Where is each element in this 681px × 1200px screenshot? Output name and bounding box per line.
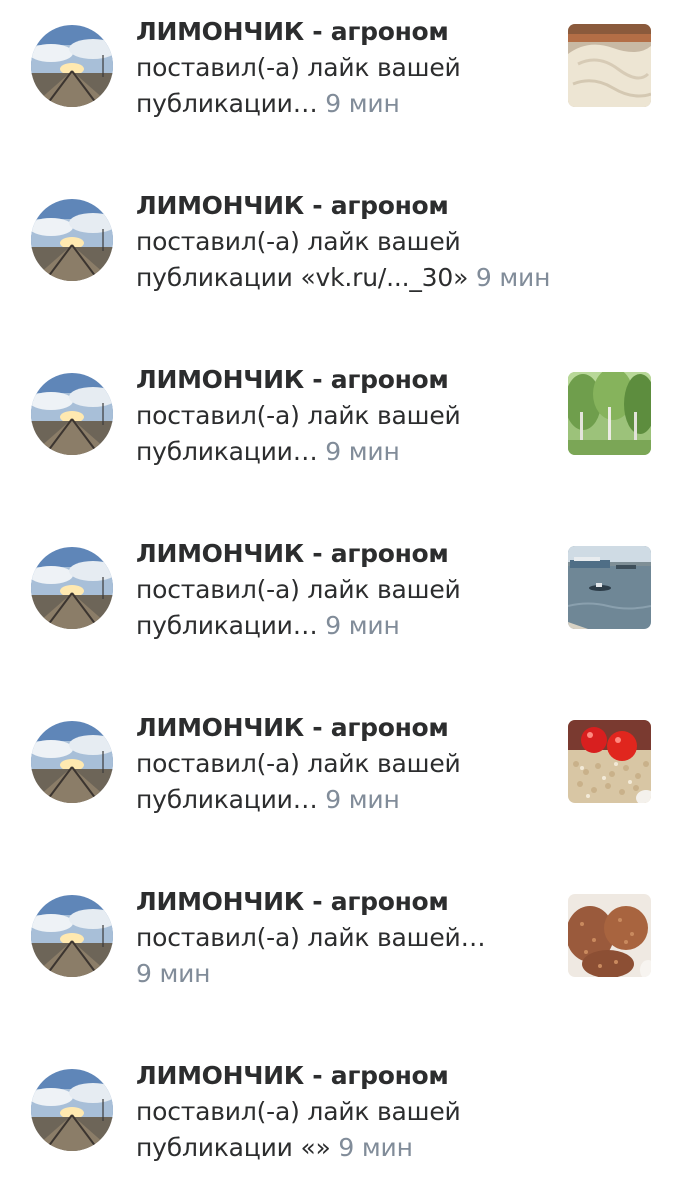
- author-name[interactable]: ЛИМОНЧИК - агроном: [136, 884, 546, 920]
- publication-ref: публикации «»: [136, 1133, 331, 1162]
- action-text-line2: публикации… 9 мин: [136, 608, 546, 644]
- notification-text: ЛИМОНЧИК - агроном поставил(-а) лайк ваш…: [136, 710, 546, 818]
- notification-item[interactable]: ЛИМОНЧИК - агроном поставил(-а) лайк ваш…: [0, 522, 681, 672]
- avatar[interactable]: [31, 25, 113, 107]
- notification-text: ЛИМОНЧИК - агроном поставил(-а) лайк ваш…: [136, 884, 546, 992]
- notification-item[interactable]: ЛИМОНЧИК - агроном поставил(-а) лайк ваш…: [0, 870, 681, 1020]
- timestamp: 9 мин: [325, 437, 400, 466]
- notifications-list: ЛИМОНЧИК - агроном поставил(-а) лайк ваш…: [0, 0, 681, 1200]
- action-text: поставил(-а) лайк вашей: [136, 53, 461, 82]
- avatar-image: [31, 25, 113, 107]
- publication-ref: публикации…: [136, 89, 318, 118]
- cutlets-image: [568, 894, 651, 977]
- action-text-line2: публикации… 9 мин: [136, 782, 546, 818]
- avatar-image: [31, 1069, 113, 1151]
- river-image: [568, 546, 651, 629]
- author-name[interactable]: ЛИМОНЧИК - агроном: [136, 710, 546, 746]
- timestamp: 9 мин: [475, 263, 551, 292]
- timestamp: 9 мин: [338, 1133, 413, 1162]
- notification-text: ЛИМОНЧИК - агроном поставил(-а) лайк ваш…: [136, 362, 546, 470]
- publication-ref: публикации…: [136, 611, 318, 640]
- timestamp: 9 мин: [136, 959, 211, 988]
- timestamp: 9 мин: [325, 89, 400, 118]
- notification-item[interactable]: ЛИМОНЧИК - агроном поставил(-а) лайк ваш…: [0, 0, 681, 150]
- avatar[interactable]: [31, 1069, 113, 1151]
- avatar[interactable]: [31, 199, 113, 281]
- avatar-image: [31, 373, 113, 455]
- notification-item[interactable]: ЛИМОНЧИК - агроном поставил(-а) лайк ваш…: [0, 348, 681, 498]
- avatar-image: [31, 199, 113, 281]
- avatar[interactable]: [31, 373, 113, 455]
- timestamp: 9 мин: [325, 785, 400, 814]
- post-thumbnail[interactable]: [568, 24, 651, 107]
- action-text: поставил(-а) лайк вашей: [136, 1097, 461, 1126]
- post-thumbnail[interactable]: [568, 894, 651, 977]
- avatar-image: [31, 721, 113, 803]
- action-text: поставил(-а) лайк вашей: [136, 227, 461, 256]
- avatar-image: [31, 895, 113, 977]
- author-name[interactable]: ЛИМОНЧИК - агроном: [136, 536, 546, 572]
- author-name[interactable]: ЛИМОНЧИК - агроном: [136, 188, 616, 224]
- trees-image: [568, 372, 651, 455]
- action-text: поставил(-а) лайк вашей: [136, 749, 461, 778]
- notification-text: ЛИМОНЧИК - агроном поставил(-а) лайк ваш…: [136, 188, 616, 296]
- avatar[interactable]: [31, 547, 113, 629]
- action-text: поставил(-а) лайк вашей…: [136, 923, 486, 952]
- post-thumbnail[interactable]: [568, 372, 651, 455]
- author-name[interactable]: ЛИМОНЧИК - агроном: [136, 362, 546, 398]
- bread-image: [568, 24, 651, 107]
- action-text-line2: публикации… 9 мин: [136, 86, 546, 122]
- action-text-line2: публикации… 9 мин: [136, 434, 546, 470]
- action-text-line2: публикации «vk.ru/..._30» 9 мин: [136, 260, 616, 296]
- tomatoes-porridge-image: [568, 720, 651, 803]
- avatar[interactable]: [31, 895, 113, 977]
- notification-text: ЛИМОНЧИК - агроном поставил(-а) лайк ваш…: [136, 14, 546, 122]
- author-name[interactable]: ЛИМОНЧИК - агроном: [136, 1058, 546, 1094]
- notification-text: ЛИМОНЧИК - агроном поставил(-а) лайк ваш…: [136, 1058, 546, 1166]
- publication-ref: публикации…: [136, 437, 318, 466]
- action-text: поставил(-а) лайк вашей: [136, 401, 461, 430]
- author-name[interactable]: ЛИМОНЧИК - агроном: [136, 14, 546, 50]
- action-text-line2: публикации «» 9 мин: [136, 1130, 546, 1166]
- notification-text: ЛИМОНЧИК - агроном поставил(-а) лайк ваш…: [136, 536, 546, 644]
- notification-item[interactable]: ЛИМОНЧИК - агроном поставил(-а) лайк ваш…: [0, 1044, 681, 1194]
- avatar[interactable]: [31, 721, 113, 803]
- post-thumbnail[interactable]: [568, 720, 651, 803]
- action-text: поставил(-а) лайк вашей: [136, 575, 461, 604]
- post-thumbnail[interactable]: [568, 546, 651, 629]
- avatar-image: [31, 547, 113, 629]
- notification-item[interactable]: ЛИМОНЧИК - агроном поставил(-а) лайк ваш…: [0, 696, 681, 846]
- publication-ref: публикации «vk.ru/..._30»: [136, 263, 469, 292]
- publication-ref: публикации…: [136, 785, 318, 814]
- timestamp: 9 мин: [325, 611, 400, 640]
- notification-item[interactable]: ЛИМОНЧИК - агроном поставил(-а) лайк ваш…: [0, 174, 681, 324]
